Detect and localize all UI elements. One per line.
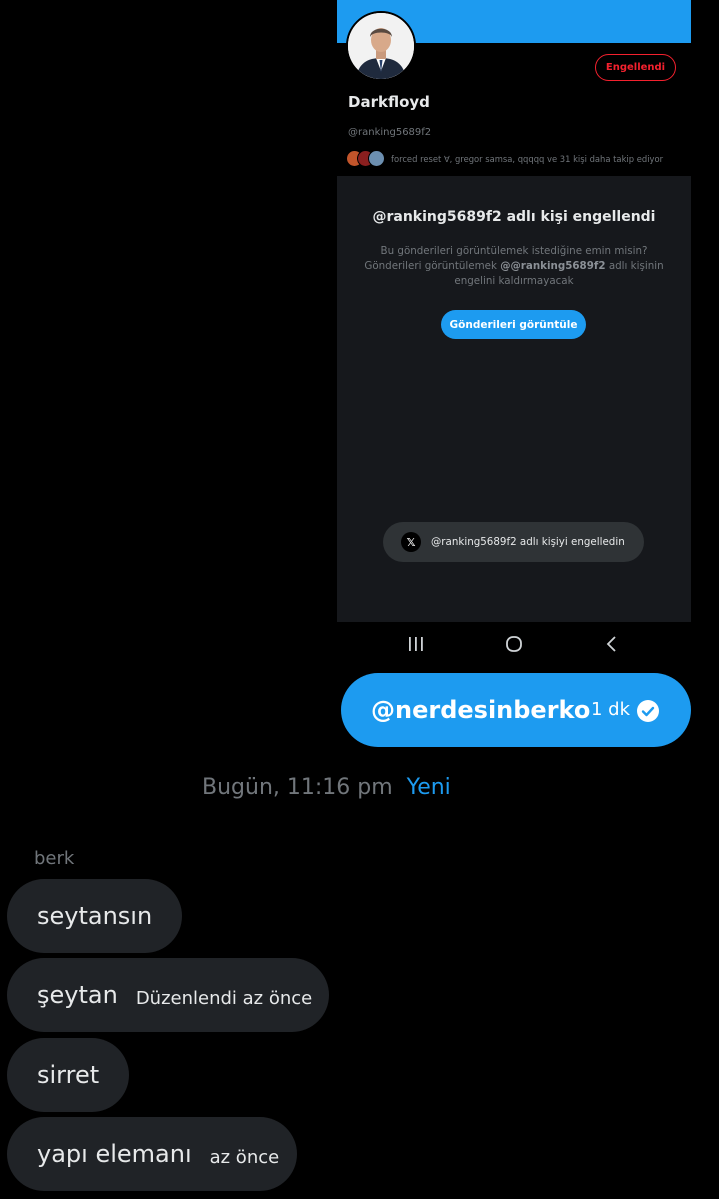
blocked-panel: @ranking5689f2 adlı kişi engellendi Bu g… [337,176,691,622]
recent-apps-icon[interactable] [396,629,436,659]
view-posts-button[interactable]: Gönderileri görüntüle [441,310,586,339]
received-message-bubble[interactable]: şeytan Düzenlendi az önce [7,958,329,1032]
sent-message-bubble[interactable]: @nerdesinberko 1 dk [341,673,691,747]
new-messages-label: Yeni [406,775,451,800]
sent-message-text: @nerdesinberko [371,696,591,724]
sent-message-time: 1 dk [591,699,631,720]
blocked-line: engelini kaldırmayacak [454,275,574,287]
toast-text: @ranking5689f2 adlı kişiyi engelledin [431,536,625,548]
received-message-bubble[interactable]: sirret [7,1038,129,1112]
message-text: yapı elemanı [37,1140,192,1168]
message-text: şeytan [37,981,118,1009]
profile-handle: @ranking5689f2 [348,127,432,138]
message-text: seytansın [37,902,153,930]
blocked-line: Bu gönderileri görüntülemek istediğine e… [380,245,648,257]
follower-avatar [368,150,385,167]
read-check-icon [637,700,659,722]
followers-text: forced reset ∀, gregor samsa, qqqqq ve 3… [391,153,664,164]
received-message-bubble[interactable]: seytansın [7,879,182,953]
blocked-title: @ranking5689f2 adlı kişi engellendi [372,209,656,225]
date-separator: Bugün, 11:16 pm Yeni [202,775,451,800]
home-icon[interactable] [494,629,534,659]
message-time: az önce [209,1146,280,1168]
back-icon[interactable] [592,629,632,659]
android-navbar [337,622,691,666]
followers-row: forced reset ∀, gregor samsa, qqqqq ve 3… [346,150,663,167]
blocked-description: Bu gönderileri görüntülemek istediğine e… [357,244,671,289]
profile-avatar [346,11,416,81]
shared-screenshot[interactable]: Engellendi Darkfloyd @ranking5689f2 forc… [337,0,691,666]
blocked-toast: 𝕏 @ranking5689f2 adlı kişiyi engelledin [383,522,644,562]
x-logo-icon: 𝕏 [401,532,421,552]
profile-name: Darkfloyd [348,93,430,111]
edited-label: Düzenlendi az önce [135,987,313,1009]
blocked-button[interactable]: Engellendi [595,54,676,81]
date-label: Bugün, 11:16 pm [202,775,393,800]
message-text: sirret [37,1061,100,1089]
received-message-bubble[interactable]: yapı elemanı az önce [7,1117,297,1191]
blocked-line: Gönderileri görüntülemek @@ranking5689f2… [364,260,664,272]
sender-name: berk [34,848,75,869]
